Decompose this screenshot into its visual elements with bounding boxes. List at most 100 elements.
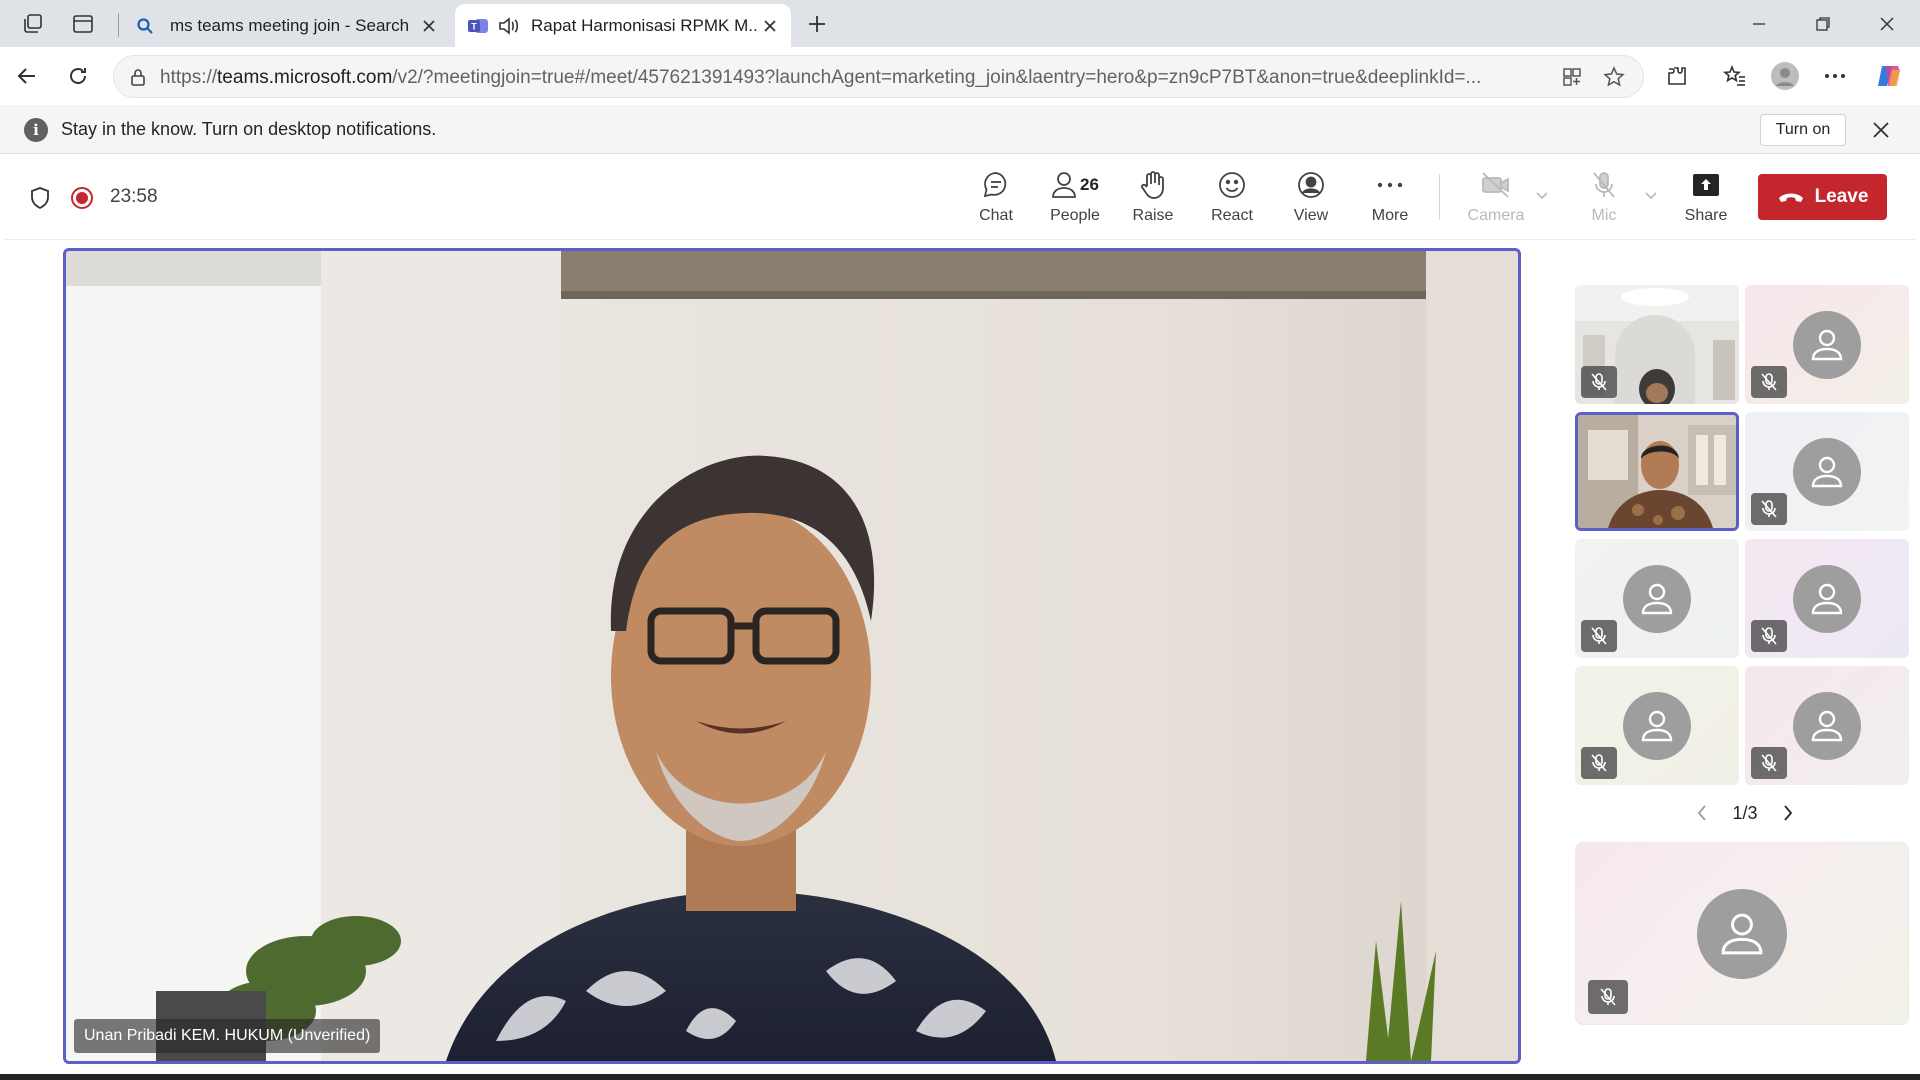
taskbar-edge <box>0 1074 1920 1080</box>
person-icon <box>1793 691 1861 760</box>
raise-hand-button[interactable]: Raise <box>1117 168 1189 232</box>
tab-title: ms teams meeting join - Search <box>170 15 410 35</box>
camera-options-chevron-icon[interactable] <box>1532 186 1552 206</box>
participant-tile[interactable] <box>1575 666 1739 785</box>
close-tab-icon[interactable] <box>757 13 783 39</box>
view-label: View <box>1293 207 1329 224</box>
address-bar[interactable]: https://teams.microsoft.com/v2/?meetingj… <box>113 55 1644 98</box>
people-button[interactable]: 26 People <box>1039 168 1111 232</box>
person-icon <box>1793 310 1861 379</box>
raise-label: Raise <box>1132 207 1174 224</box>
tab-separator <box>118 13 119 37</box>
mic-muted-icon <box>1581 366 1617 398</box>
teams-icon: T <box>467 15 489 37</box>
people-icon: 26 <box>1039 168 1111 202</box>
people-count: 26 <box>1080 175 1099 194</box>
person-icon <box>1697 888 1787 979</box>
camera-button[interactable]: Camera <box>1460 168 1532 232</box>
share-label: Share <box>1684 207 1728 224</box>
url-text: https://teams.microsoft.com/v2/?meetingj… <box>160 67 1482 88</box>
leave-button[interactable]: Leave <box>1758 174 1887 220</box>
recording-icon <box>68 184 96 212</box>
browser-toolbar: https://teams.microsoft.com/v2/?meetingj… <box>0 47 1920 105</box>
view-button[interactable]: View <box>1275 168 1347 232</box>
share-button[interactable]: Share <box>1670 168 1742 232</box>
favorite-star-icon[interactable] <box>1600 63 1628 91</box>
view-icon <box>1275 168 1347 202</box>
shield-icon[interactable] <box>25 183 55 213</box>
workspaces-icon[interactable] <box>16 7 50 41</box>
meeting-toolbar: 23:58 Chat 26 People Raise React View Mo… <box>5 154 1915 240</box>
participant-tile-active[interactable] <box>1575 412 1739 531</box>
page-indicator: 1/3 <box>1732 802 1758 823</box>
browser-tab-strip: ms teams meeting join - Search T Rapat H… <box>0 0 1920 47</box>
react-icon <box>1196 168 1268 202</box>
extensions-icon[interactable] <box>1658 57 1696 95</box>
participant-tile[interactable] <box>1745 539 1909 658</box>
mic-muted-icon <box>1581 620 1617 652</box>
main-speaker-video[interactable]: Unan Pribadi KEM. HUKUM (Unverified) <box>63 248 1521 1064</box>
react-button[interactable]: React <box>1196 168 1268 232</box>
raise-hand-icon <box>1117 168 1189 202</box>
mic-muted-icon <box>1581 747 1617 779</box>
mic-label: Mic <box>1591 207 1617 224</box>
chat-label: Chat <box>979 207 1013 224</box>
more-icon <box>1354 168 1426 202</box>
speaker-name-label: Unan Pribadi KEM. HUKUM (Unverified) <box>74 1019 381 1053</box>
camera-off-icon <box>1460 168 1532 202</box>
participant-tile[interactable] <box>1575 285 1739 404</box>
chevron-right-icon[interactable] <box>1776 801 1800 825</box>
participant-tile[interactable] <box>1745 666 1909 785</box>
self-view-tile[interactable] <box>1575 842 1909 1025</box>
tab-search[interactable]: ms teams meeting join - Search <box>122 4 450 47</box>
info-icon: i <box>24 118 48 142</box>
share-icon <box>1670 168 1742 202</box>
back-icon[interactable] <box>8 57 46 95</box>
participant-tile[interactable] <box>1575 539 1739 658</box>
new-tab-button[interactable] <box>800 7 834 41</box>
notification-bar: i Stay in the know. Turn on desktop noti… <box>0 105 1920 154</box>
more-button[interactable]: More <box>1354 168 1426 232</box>
participant-tile[interactable] <box>1745 412 1909 531</box>
hang-up-icon <box>1778 193 1803 202</box>
copilot-icon[interactable] <box>1870 57 1908 95</box>
close-notification-icon[interactable] <box>1866 115 1896 145</box>
mic-off-icon <box>1568 168 1640 202</box>
reload-icon[interactable] <box>59 57 97 95</box>
mic-muted-icon <box>1751 620 1787 652</box>
close-tab-icon[interactable] <box>416 13 442 39</box>
mic-muted-icon <box>1751 747 1787 779</box>
speaker-video-frame <box>66 251 1518 1061</box>
mic-muted-icon <box>1751 493 1787 525</box>
tab-title: Rapat Harmonisasi RPMK M... <box>531 15 757 35</box>
app-available-icon[interactable] <box>1558 63 1586 91</box>
close-window-icon[interactable] <box>1855 0 1919 47</box>
participant-tile[interactable] <box>1745 285 1909 404</box>
notification-message: Stay in the know. Turn on desktop notifi… <box>61 119 437 139</box>
toolbar-divider <box>1439 174 1440 220</box>
chat-icon <box>960 168 1032 202</box>
mic-muted-icon <box>1751 366 1787 398</box>
chevron-left-icon[interactable] <box>1690 801 1714 825</box>
people-label: People <box>1050 207 1100 224</box>
search-icon <box>134 15 156 37</box>
person-icon <box>1623 691 1691 760</box>
mic-button[interactable]: Mic <box>1568 168 1640 232</box>
meeting-timer: 23:58 <box>110 186 158 207</box>
vertical-tabs-icon[interactable] <box>66 7 100 41</box>
participant-video <box>1578 415 1736 528</box>
turn-on-notifications-button[interactable]: Turn on <box>1760 114 1846 146</box>
mic-options-chevron-icon[interactable] <box>1641 186 1661 206</box>
speaker-icon[interactable] <box>497 15 519 37</box>
person-icon <box>1793 437 1861 506</box>
mic-muted-icon <box>1588 980 1628 1014</box>
minimize-icon[interactable] <box>1727 0 1791 47</box>
restore-icon[interactable] <box>1791 0 1855 47</box>
lock-icon[interactable] <box>124 63 152 91</box>
svg-text:T: T <box>471 21 477 31</box>
favorites-icon[interactable] <box>1716 57 1754 95</box>
settings-more-icon[interactable] <box>1816 57 1854 95</box>
profile-avatar-icon[interactable] <box>1766 57 1804 95</box>
tab-teams-meeting[interactable]: T Rapat Harmonisasi RPMK M... <box>455 4 791 47</box>
chat-button[interactable]: Chat <box>960 168 1032 232</box>
